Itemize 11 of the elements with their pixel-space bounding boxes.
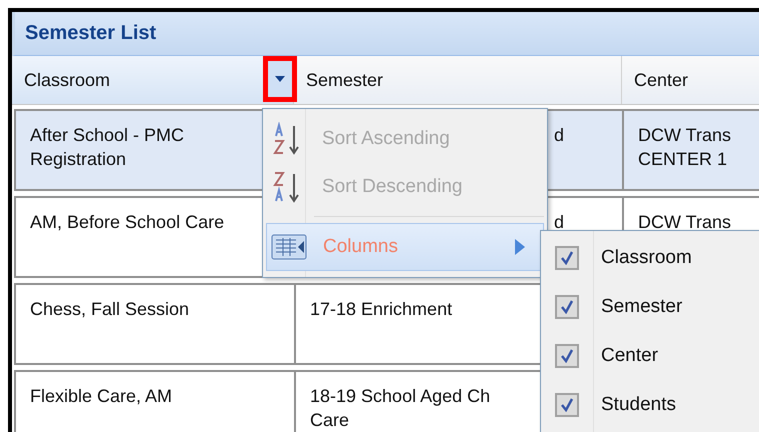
table-cell-text: DCW Trans CENTER 1: [638, 124, 732, 171]
table-cell-text: 18-19 School Aged Ch Care: [310, 385, 490, 432]
table-cell-text: AM, Before School Care: [30, 211, 224, 234]
table-cell-text: DCW Trans: [638, 211, 732, 234]
table-cell-text: 17-18 Enrichment: [310, 298, 452, 321]
table-cell-text: Chess, Fall Session: [30, 298, 190, 321]
table-cell-text: After School - PMC Registration: [30, 124, 184, 171]
panel-title: Semester List: [25, 22, 156, 45]
table-cell-text: d: [554, 124, 564, 147]
table-cell-text: d: [554, 211, 564, 234]
table-cell-text: Flexible Care, AM: [30, 385, 172, 408]
